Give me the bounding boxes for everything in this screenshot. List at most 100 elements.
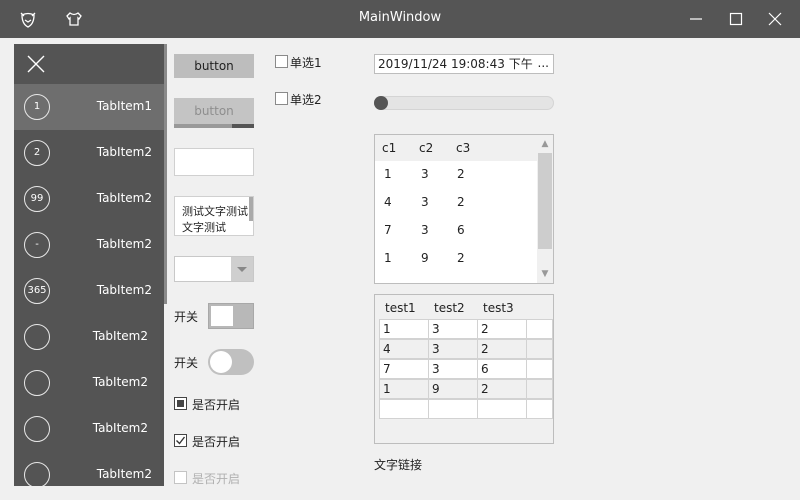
- close-icon[interactable]: [764, 8, 786, 30]
- tab-item-7[interactable]: TabItem2: [14, 360, 164, 406]
- multiline-textbox[interactable]: 测试文字测试文字测试: [174, 196, 254, 236]
- data-grid[interactable]: test1 test2 test3 1 3 2 4 3 2 7 3 6 1 9 …: [374, 294, 554, 444]
- tab-label: TabItem2: [96, 145, 152, 159]
- slider-thumb[interactable]: [374, 96, 388, 110]
- grid-cell[interactable]: 2: [477, 339, 527, 359]
- grid-cell[interactable]: [526, 379, 553, 399]
- checkbox-label: 是否开启: [192, 435, 241, 449]
- grid-new-row[interactable]: [379, 399, 553, 419]
- checkmark-icon: [174, 434, 187, 447]
- radio-option-1[interactable]: 单选1: [275, 54, 335, 70]
- list-item[interactable]: 1 9 2: [375, 245, 537, 273]
- grid-cell[interactable]: 1: [379, 379, 429, 399]
- grid-cell[interactable]: 3: [428, 339, 478, 359]
- tab-item-4[interactable]: - TabItem2: [14, 222, 164, 268]
- switch-label: 开关: [174, 310, 199, 324]
- button-progress-fill: [232, 124, 254, 128]
- list-scroll-thumb[interactable]: [538, 153, 552, 249]
- tab-badge: [24, 324, 50, 350]
- chevron-up-icon[interactable]: ▲: [537, 137, 553, 151]
- grid-cell[interactable]: 3: [428, 319, 478, 339]
- grid-cell[interactable]: 3: [428, 359, 478, 379]
- tab-item-6[interactable]: TabItem2: [14, 314, 164, 360]
- slider[interactable]: [374, 96, 554, 110]
- list-column-header[interactable]: c3: [456, 141, 470, 155]
- list-cell: 9: [421, 251, 429, 265]
- radio-box-icon: [275, 55, 288, 68]
- grid-column-header[interactable]: test1: [385, 301, 416, 315]
- tab-label: TabItem2: [92, 375, 148, 389]
- radio-option-2[interactable]: 单选2: [275, 91, 335, 107]
- grid-cell[interactable]: [526, 319, 553, 339]
- grid-row[interactable]: 7 3 6: [379, 359, 553, 379]
- list-item[interactable]: 4 3 2: [375, 189, 537, 217]
- list-column-header[interactable]: c1: [382, 141, 396, 155]
- tab-item-5[interactable]: 365 TabItem2: [14, 268, 164, 314]
- datetime-picker[interactable]: 2019/11/24 19:08:43 下午 ...: [374, 54, 554, 74]
- checkbox-indeterminate-icon: [174, 397, 187, 410]
- list-cell: 4: [384, 195, 392, 209]
- tab-item-2[interactable]: 2 TabItem2: [14, 130, 164, 176]
- checkbox-indeterminate[interactable]: 是否开启: [174, 396, 264, 412]
- tab-close-icon[interactable]: [26, 54, 46, 74]
- multiline-text: 测试文字测试文字测试: [182, 205, 248, 234]
- grid-cell[interactable]: 2: [477, 379, 527, 399]
- tab-badge: 99: [24, 186, 50, 212]
- grid-column-header[interactable]: test2: [434, 301, 465, 315]
- grid-cell[interactable]: 1: [379, 319, 429, 339]
- tab-item-1[interactable]: 1 TabItem1: [14, 84, 164, 130]
- list-header: c1 c2 c3: [375, 135, 537, 161]
- list-item[interactable]: 7 3 6: [375, 217, 537, 245]
- grid-cell[interactable]: 7: [379, 359, 429, 379]
- tab-panel: 1 TabItem1 2 TabItem2 99 TabItem2 - TabI…: [14, 44, 164, 486]
- grid-cell[interactable]: 9: [428, 379, 478, 399]
- grid-cell[interactable]: [379, 399, 429, 419]
- minimize-icon[interactable]: [685, 8, 707, 30]
- list-cell: 2: [457, 251, 465, 265]
- list-column-header[interactable]: c2: [419, 141, 433, 155]
- grid-cell[interactable]: 4: [379, 339, 429, 359]
- switch-label: 开关: [174, 356, 199, 370]
- combo-dropdown-button[interactable]: [231, 257, 253, 281]
- grid-row[interactable]: 1 9 2: [379, 379, 553, 399]
- toggle-switch-square[interactable]: [208, 303, 254, 329]
- text-link[interactable]: 文字链接: [374, 456, 422, 473]
- list-scrollbar[interactable]: ▲ ▼: [537, 135, 553, 283]
- list-item[interactable]: 1 3 2: [375, 161, 537, 189]
- disabled-button: button: [174, 98, 254, 126]
- grid-cell[interactable]: [526, 339, 553, 359]
- switch-knob: [211, 306, 233, 326]
- tab-item-9[interactable]: TabItem2: [14, 452, 164, 486]
- datetime-value: 2019/11/24 19:08:43 下午: [378, 57, 533, 71]
- tab-item-3[interactable]: 99 TabItem2: [14, 176, 164, 222]
- maximize-icon[interactable]: [725, 8, 747, 30]
- grid-cell[interactable]: 6: [477, 359, 527, 379]
- grid-cell[interactable]: 2: [477, 319, 527, 339]
- grid-header: test1 test2 test3: [375, 295, 553, 319]
- datetime-more-button[interactable]: ...: [538, 54, 549, 72]
- grid-cell[interactable]: [526, 359, 553, 379]
- grid-row[interactable]: 1 3 2: [379, 319, 553, 339]
- grid-row[interactable]: 4 3 2: [379, 339, 553, 359]
- checkbox-label: 是否开启: [192, 472, 241, 486]
- tab-scrollbar[interactable]: [164, 44, 167, 304]
- tab-item-8[interactable]: TabItem2: [14, 406, 164, 452]
- multiline-scrollbar[interactable]: [249, 197, 253, 221]
- toggle-switch-round[interactable]: [208, 349, 254, 375]
- tab-label: TabItem1: [96, 99, 152, 113]
- tab-badge: 365: [24, 278, 50, 304]
- combo-box[interactable]: [174, 256, 254, 282]
- tab-badge: [24, 416, 50, 442]
- chevron-down-icon[interactable]: ▼: [537, 267, 553, 281]
- text-input[interactable]: [174, 148, 254, 176]
- tab-label: TabItem2: [92, 421, 148, 435]
- primary-button[interactable]: button: [174, 54, 254, 78]
- grid-cell[interactable]: [526, 399, 553, 419]
- grid-column-header[interactable]: test3: [483, 301, 514, 315]
- tab-badge: 1: [24, 94, 50, 120]
- checkbox-checked[interactable]: 是否开启: [174, 433, 264, 449]
- grid-cell[interactable]: [477, 399, 527, 419]
- grid-cell[interactable]: [428, 399, 478, 419]
- list-view[interactable]: c1 c2 c3 1 3 2 4 3 2 7 3 6 1 9 2 ▲ ▼: [374, 134, 554, 284]
- title-bar: MainWindow: [0, 0, 800, 38]
